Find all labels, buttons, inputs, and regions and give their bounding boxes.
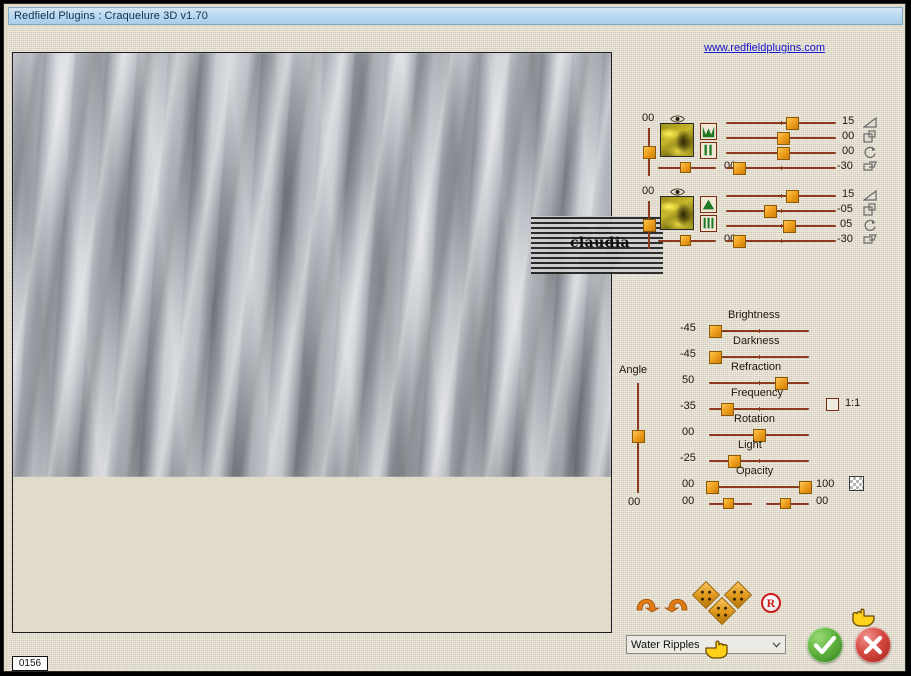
register-badge[interactable]: R [761,593,781,613]
ok-button[interactable] [807,627,843,663]
angle-label: Angle [619,364,648,376]
layer-2-size-knob[interactable] [764,205,777,218]
preview-empty-area [13,477,611,632]
refraction-label: Refraction [731,361,782,373]
light-value: -25 [680,452,696,464]
triangle-bevel-icon [863,189,877,201]
rotation-label: Rotation [734,413,775,425]
frequency-label: Frequency [731,387,783,399]
extra-left-knob[interactable] [723,498,734,509]
opacity-right-value: 100 [816,478,835,490]
layer-1-rotation-value: 00 [842,145,855,157]
plugin-window: Redfield Plugins : Craquelure 3D v1.70 c… [0,0,911,676]
brightness-knob[interactable] [709,325,722,338]
layer-2-texture-thumbnail[interactable] [660,196,694,230]
brightness-value: -45 [680,322,696,334]
layer-1-bottom-knob[interactable] [680,162,691,173]
layer-1-rotation-knob[interactable] [777,147,790,160]
opacity-track[interactable] [709,486,809,488]
layer-1-texture-thumbnail[interactable] [660,123,694,157]
darkness-label: Darkness [733,335,780,347]
layer-2-bottom-knob[interactable] [680,235,691,246]
layer-2-shear-value: -30 [837,233,853,245]
layer-2-bevel-knob[interactable] [786,190,799,203]
frequency-value: -35 [680,400,696,412]
rotate-icon [864,219,876,232]
layer-2-rotation-value: 05 [840,218,853,230]
checkmark-icon [813,635,837,655]
refraction-value: 50 [682,374,695,386]
valley-profile-icon[interactable] [700,123,717,140]
layer-1-size-value: 00 [842,130,855,142]
opacity-right-knob[interactable] [799,481,812,494]
ratio-label: 1:1 [845,397,861,409]
angle-knob[interactable] [632,430,645,443]
scale-icon [863,130,876,143]
layer-1-depth-knob[interactable] [643,146,656,159]
mountain-profile-icon[interactable] [700,196,717,213]
layer-2-rotation-knob[interactable] [783,220,796,233]
pointing-hand-cursor [705,640,728,659]
three-bars-icon[interactable] [700,215,717,232]
extra-right-value: 00 [816,495,829,507]
preview-image [13,53,611,477]
layer-1-bevel-value: 15 [842,115,855,127]
angle-value: 00 [628,496,641,508]
layer-2-bevel-value: 15 [842,188,855,200]
cross-icon [863,635,883,655]
window-frame: Redfield Plugins : Craquelure 3D v1.70 c… [3,3,906,672]
refraction-track[interactable] [709,381,809,385]
shear-icon [863,161,877,171]
layer-1-bevel-track[interactable] [726,121,836,125]
undo-arrow-icon[interactable] [634,590,660,612]
extra-right-knob[interactable] [780,498,791,509]
opacity-label: Opacity [736,465,774,477]
light-label: Light [738,439,762,451]
layer-1-shear-knob[interactable] [733,162,746,175]
website-link[interactable]: www.redfieldplugins.com [704,42,825,54]
window-title: Redfield Plugins : Craquelure 3D v1.70 [14,10,208,22]
layer-2-shear-knob[interactable] [733,235,746,248]
status-value-box: 0156 [12,656,48,671]
opacity-left-value: 00 [682,478,695,490]
light-track[interactable] [709,459,809,463]
layer-1-shear-value: -30 [837,160,853,172]
title-bar: Redfield Plugins : Craquelure 3D v1.70 [8,7,903,25]
rotate-icon [864,146,876,159]
transparency-checker-icon[interactable] [849,476,864,491]
layer-2-depth-value: 00 [642,185,655,197]
frequency-knob[interactable] [721,403,734,416]
opacity-left-knob[interactable] [706,481,719,494]
scale-icon [863,203,876,216]
layer-2-bevel-track[interactable] [726,194,836,198]
redo-arrow-icon[interactable] [664,590,690,612]
layer-1-depth-value: 00 [642,112,655,124]
watermark-text: claudia [569,235,631,251]
extra-left-value: 00 [682,495,695,507]
cancel-button[interactable] [855,627,891,663]
layer-2-size-value: -05 [837,203,853,215]
rotation-value: 00 [682,426,695,438]
darkness-track[interactable] [709,355,809,359]
two-bars-icon[interactable] [700,142,717,159]
layer-2-depth-knob[interactable] [643,219,656,232]
triangle-bevel-icon [863,116,877,128]
preview-canvas[interactable] [12,52,612,633]
preset-dropdown-value: Water Ripples [631,638,700,651]
ratio-checkbox[interactable] [826,398,839,411]
darkness-value: -45 [680,348,696,360]
pointing-hand-cursor [852,608,875,627]
brightness-track[interactable] [709,329,809,333]
brightness-label: Brightness [728,309,780,321]
chevron-down-icon [772,642,781,648]
layer-1-bevel-knob[interactable] [786,117,799,130]
shear-icon [863,234,877,244]
layer-2-size-track[interactable] [726,209,836,213]
darkness-knob[interactable] [709,351,722,364]
layer-1-size-knob[interactable] [777,132,790,145]
layer-2-rotation-track[interactable] [726,224,836,228]
